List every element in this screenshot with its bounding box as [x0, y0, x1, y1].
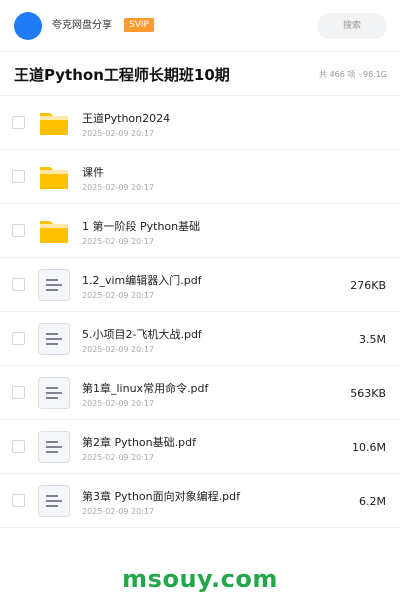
row-checkbox[interactable] [12, 278, 25, 291]
row-checkbox[interactable] [12, 494, 25, 507]
file-row[interactable]: 第1章_linux常用命令.pdf 2025-02-09 20:17 563KB [0, 366, 400, 420]
file-name: 第3章 Python面向对象编程.pdf [82, 490, 240, 503]
file-row[interactable]: 1.2_vim编辑器入门.pdf 2025-02-09 20:17 276KB [0, 258, 400, 312]
file-name: 王道Python2024 [82, 112, 171, 125]
file-row[interactable]: 课件 2025-02-09 20:17 [0, 150, 400, 204]
file-time: 2025-02-09 20:17 [82, 399, 155, 408]
file-row[interactable]: 第2章 Python基础.pdf 2025-02-09 20:17 10.6M [0, 420, 400, 474]
folder-icon [38, 215, 70, 247]
uploader-name[interactable]: 夸克网盘分享 [52, 19, 112, 33]
row-checkbox[interactable] [12, 116, 25, 129]
row-checkbox[interactable] [12, 332, 25, 345]
file-size: 276KB [350, 279, 386, 292]
folder-icon [38, 107, 70, 139]
file-row[interactable]: 5.小项目2-飞机大战.pdf 2025-02-09 20:17 3.5M [0, 312, 400, 366]
file-time: 2025-02-09 20:17 [82, 183, 155, 192]
page-title: 王道Python工程师长期班10期 [14, 66, 230, 84]
file-size: 563KB [350, 387, 386, 400]
item-summary: 共 466 项 · 96.1G [319, 70, 387, 79]
svip-badge: SVIP [124, 18, 154, 32]
file-name: 课件 [82, 166, 104, 179]
folder-icon [38, 161, 70, 193]
file-time: 2025-02-09 20:17 [82, 507, 155, 516]
file-time: 2025-02-09 20:17 [82, 453, 155, 462]
avatar[interactable] [14, 12, 42, 40]
file-time: 2025-02-09 20:17 [82, 291, 155, 300]
row-checkbox[interactable] [12, 170, 25, 183]
document-icon [38, 323, 70, 355]
file-row[interactable]: 1 第一阶段 Python基础 2025-02-09 20:17 [0, 204, 400, 258]
watermark: msouy.com [122, 565, 278, 593]
row-checkbox[interactable] [12, 440, 25, 453]
file-list: 王道Python2024 2025-02-09 20:17 课件 2025-02-09… [0, 96, 400, 528]
file-size: 6.2M [359, 495, 386, 508]
title-bar: 王道Python工程师长期班10期 共 466 项 · 96.1G [0, 52, 400, 96]
document-icon [38, 377, 70, 409]
search-input[interactable]: 搜索 [317, 13, 387, 39]
file-time: 2025-02-09 20:17 [82, 345, 155, 354]
document-icon [38, 269, 70, 301]
document-icon [38, 431, 70, 463]
document-icon [38, 485, 70, 517]
file-name: 1.2_vim编辑器入门.pdf [82, 274, 202, 287]
row-checkbox[interactable] [12, 224, 25, 237]
file-row[interactable]: 王道Python2024 2025-02-09 20:17 [0, 96, 400, 150]
file-name: 第1章_linux常用命令.pdf [82, 382, 209, 395]
file-size: 3.5M [359, 333, 386, 346]
file-row[interactable]: 第3章 Python面向对象编程.pdf 2025-02-09 20:17 6.2M [0, 474, 400, 528]
share-header: 夸克网盘分享 SVIP 搜索 [0, 0, 400, 52]
file-name: 第2章 Python基础.pdf [82, 436, 196, 449]
file-time: 2025-02-09 20:17 [82, 129, 155, 138]
row-checkbox[interactable] [12, 386, 25, 399]
file-name: 1 第一阶段 Python基础 [82, 220, 201, 233]
file-time: 2025-02-09 20:17 [82, 237, 155, 246]
file-size: 10.6M [352, 441, 386, 454]
file-name: 5.小项目2-飞机大战.pdf [82, 328, 202, 341]
